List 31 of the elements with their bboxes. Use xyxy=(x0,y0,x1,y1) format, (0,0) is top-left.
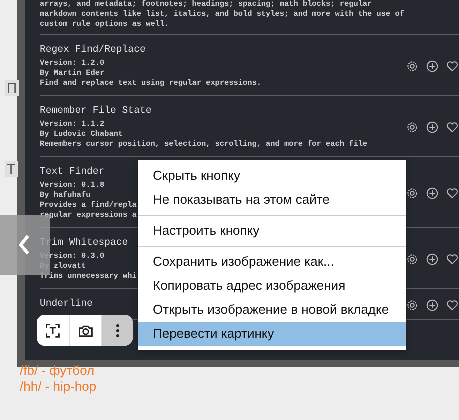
plugin-title: Remember File State xyxy=(40,104,153,118)
more-icon xyxy=(116,324,120,338)
plugin-title: Text Finder xyxy=(40,165,106,179)
plus-circle-icon[interactable] xyxy=(426,298,439,312)
plus-circle-icon[interactable] xyxy=(426,120,439,134)
plus-circle-icon[interactable] xyxy=(426,186,439,200)
settings-icon[interactable] xyxy=(406,298,419,312)
menu-item[interactable]: Скрыть кнопку xyxy=(138,164,406,188)
heart-icon[interactable] xyxy=(446,252,459,266)
heart-icon[interactable] xyxy=(446,186,459,200)
settings-icon[interactable] xyxy=(406,120,419,134)
settings-icon[interactable] xyxy=(406,60,419,72)
more-button[interactable] xyxy=(101,315,133,346)
heart-icon[interactable] xyxy=(446,298,459,312)
plugin-title: Regex Find/Replace xyxy=(40,43,147,57)
plus-circle-icon[interactable] xyxy=(426,252,439,266)
menu-item[interactable]: Копировать адрес изображения xyxy=(138,274,406,298)
plus-circle-icon[interactable] xyxy=(426,60,439,72)
page-text: Т xyxy=(5,161,18,177)
menu-item[interactable]: Сохранить изображение как... xyxy=(138,250,406,274)
menu-item[interactable]: Не показывать на этом сайте xyxy=(138,188,406,212)
menu-item[interactable]: Перевести картинку xyxy=(138,322,406,346)
settings-icon[interactable] xyxy=(406,252,419,266)
plugin-title: Underline xyxy=(40,297,93,311)
heart-icon[interactable] xyxy=(446,120,459,134)
settings-icon[interactable] xyxy=(406,186,419,200)
text-scan-icon xyxy=(45,322,61,338)
menu-item[interactable]: Настроить кнопку xyxy=(138,219,406,243)
page-text: П xyxy=(5,80,20,96)
heart-icon[interactable] xyxy=(446,60,459,72)
menu-item[interactable]: Открыть изображение в новой вкладке xyxy=(138,298,406,322)
